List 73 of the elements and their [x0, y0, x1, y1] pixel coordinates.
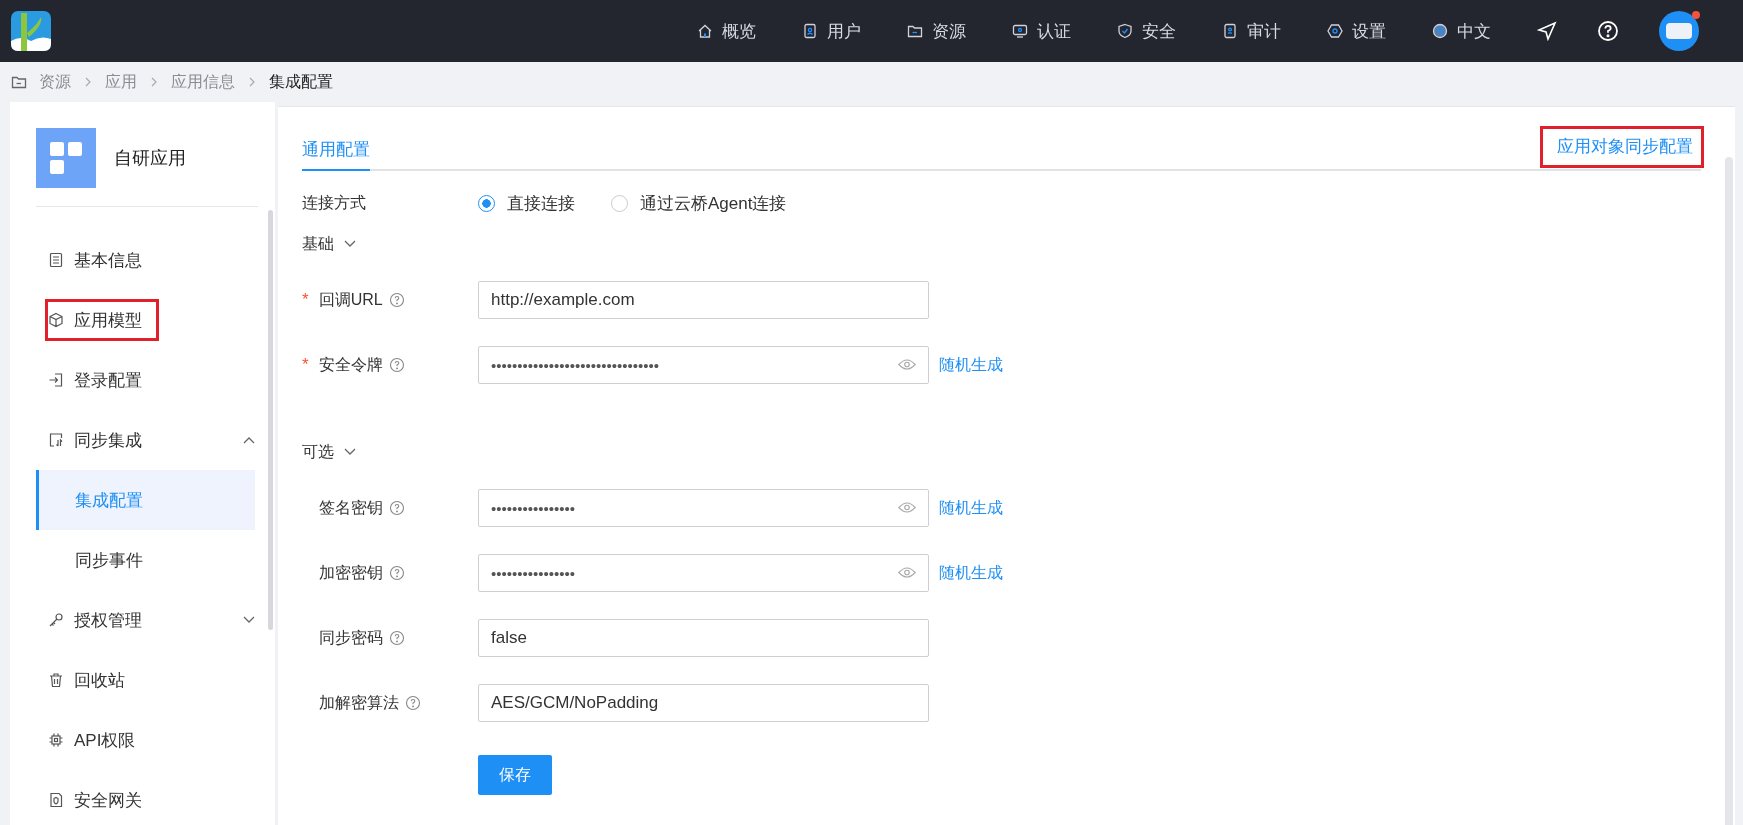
sidebar-item[interactable]: 安全网关 [36, 770, 255, 825]
sidebar-item[interactable]: 同步集成 [36, 410, 255, 470]
nav-item[interactable]: 概览 [697, 13, 756, 49]
cube-icon [48, 312, 64, 328]
sidebar-subitem[interactable]: 同步事件 [36, 530, 255, 590]
login-icon [48, 372, 64, 388]
sidebar-item[interactable]: 基本信息 [36, 230, 255, 290]
field-label: 签名密钥 [319, 497, 383, 518]
nav-item[interactable]: 资源 [907, 13, 966, 49]
sidebar-item[interactable]: 回收站 [36, 650, 255, 710]
folder-icon [907, 23, 923, 39]
sidebar-item[interactable]: 授权管理 [36, 590, 255, 650]
folder-icon [11, 74, 27, 90]
nav-item[interactable]: 认证 [1012, 13, 1071, 49]
eye-icon[interactable] [898, 359, 916, 370]
app-icon [36, 128, 96, 188]
home-icon [697, 23, 713, 39]
required-mark: * [302, 355, 309, 375]
field-label: 加密密钥 [319, 562, 383, 583]
field-label: 安全令牌 [318, 354, 383, 375]
chip-icon [48, 732, 64, 748]
radio-button[interactable] [478, 194, 495, 212]
radio-option[interactable]: 通过云桥Agent连接 [611, 191, 787, 215]
hexagon-icon [1327, 23, 1343, 39]
input-field[interactable]: false [478, 619, 929, 657]
field-label: 加解密算法 [319, 692, 399, 713]
sidebar-item[interactable]: API权限 [36, 710, 255, 770]
nav-item[interactable]: 设置 [1327, 13, 1386, 49]
nav-item[interactable]: 审计 [1222, 13, 1281, 49]
shield-icon [1117, 23, 1133, 39]
secret-field[interactable]: •••••••••••••••• [478, 489, 929, 527]
gateway-icon [48, 792, 64, 808]
globe-icon [1432, 23, 1448, 39]
secret-field[interactable]: •••••••••••••••• [478, 554, 929, 592]
app-name: 自研应用 [114, 147, 186, 170]
key-icon [48, 612, 64, 628]
scrollbar[interactable] [1725, 157, 1733, 825]
nav-item[interactable]: 安全 [1117, 13, 1176, 49]
send-icon[interactable] [1537, 21, 1557, 41]
section-title: 可选 [302, 441, 334, 462]
list-icon [48, 252, 64, 268]
eye-icon[interactable] [898, 502, 916, 513]
chevron-right-icon [247, 77, 257, 87]
notification-dot [1692, 11, 1700, 19]
field-label: 同步密码 [319, 627, 383, 648]
section-title: 基础 [302, 233, 334, 254]
chevron-right-icon [83, 77, 93, 87]
field-label: 回调URL [318, 289, 383, 310]
chevron-down-icon[interactable] [344, 240, 356, 248]
bamboo-logo-icon[interactable] [11, 11, 51, 51]
sync-icon [48, 432, 64, 448]
nav-item[interactable]: 用户 [802, 13, 861, 49]
chevron-down-icon[interactable] [344, 448, 356, 456]
field-label: 连接方式 [302, 192, 367, 213]
chevron-right-icon [149, 77, 159, 87]
trash-icon [48, 672, 64, 688]
avatar[interactable] [1659, 11, 1699, 51]
required-mark: * [302, 290, 309, 310]
monitor-icon [1012, 23, 1028, 39]
sidebar-item[interactable]: 应用模型 [36, 290, 168, 350]
eye-icon[interactable] [898, 567, 916, 578]
scrollbar[interactable] [268, 210, 273, 630]
radio-option[interactable]: 直接连接 [478, 191, 575, 215]
secret-field[interactable]: •••••••••••••••••••••••••••••••• [478, 346, 929, 384]
breadcrumb-item: 集成配置 [269, 71, 333, 92]
sidebar-item[interactable]: 登录配置 [36, 350, 255, 410]
notebook-icon [1222, 23, 1238, 39]
radio-label: 通过云桥Agent连接 [640, 192, 787, 215]
input-field[interactable]: AES/GCM/NoPadding [478, 684, 929, 722]
nav-item[interactable]: 中文 [1432, 13, 1491, 49]
input-field[interactable]: http://example.com [478, 281, 929, 319]
radio-label: 直接连接 [507, 192, 575, 215]
user-card-icon [802, 23, 818, 39]
